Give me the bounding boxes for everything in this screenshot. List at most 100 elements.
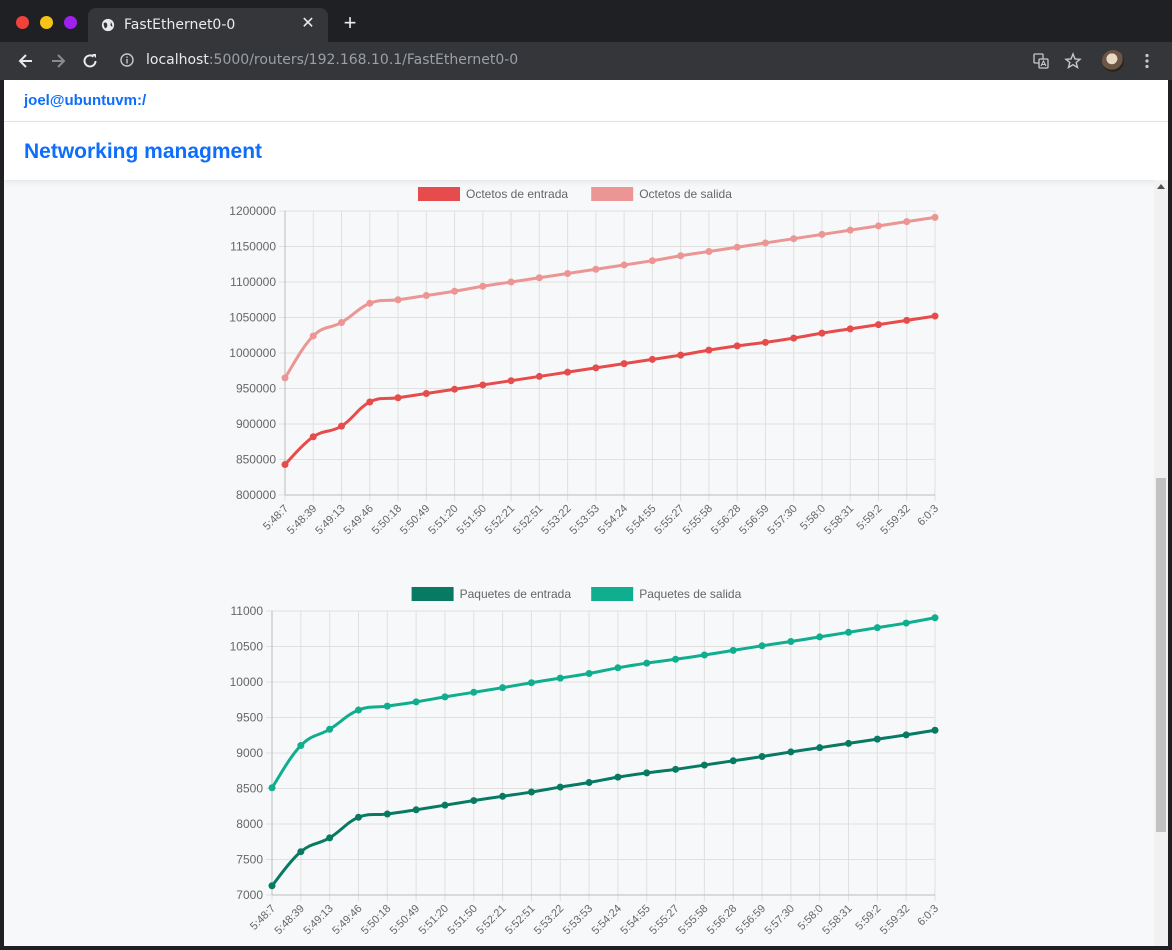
data-point xyxy=(902,731,910,739)
data-point xyxy=(672,655,680,663)
series-line xyxy=(283,215,936,379)
x-tick-label: 5:54:55 xyxy=(618,903,652,937)
data-point xyxy=(309,332,317,340)
x-tick-label: 5:50:18 xyxy=(359,903,393,937)
close-window-button[interactable] xyxy=(16,16,29,29)
page-viewport: joel@ubuntuvm:/ Networking managment Oct… xyxy=(4,80,1168,946)
data-point xyxy=(592,364,600,372)
tab-title: FastEthernet0-0 xyxy=(124,17,236,33)
y-tick-label: 8000 xyxy=(236,817,263,831)
data-point xyxy=(556,783,564,791)
data-point xyxy=(931,312,939,320)
data-point xyxy=(761,239,769,247)
data-point xyxy=(758,642,766,650)
avatar[interactable] xyxy=(1102,50,1124,72)
data-point xyxy=(845,739,853,747)
data-point xyxy=(874,222,882,230)
y-tick-label: 10000 xyxy=(230,675,264,689)
y-tick-label: 950000 xyxy=(236,382,276,396)
legend-label: Paquetes de salida xyxy=(639,587,741,601)
series-line xyxy=(283,314,936,466)
legend-label: Octetos de entrada xyxy=(466,187,568,201)
y-tick-label: 10500 xyxy=(230,640,264,654)
data-point xyxy=(818,230,826,238)
legend-swatch xyxy=(591,587,634,601)
data-point xyxy=(535,274,543,282)
data-point xyxy=(383,810,391,818)
data-point xyxy=(874,321,882,329)
x-tick-label: 5:49:46 xyxy=(341,503,375,537)
x-tick-label: 5:53:22 xyxy=(539,503,573,537)
info-icon[interactable] xyxy=(120,53,134,67)
data-point xyxy=(441,693,449,701)
x-tick-label: 5:51:20 xyxy=(426,503,460,537)
data-point xyxy=(733,243,741,251)
top-bar: joel@ubuntuvm:/ xyxy=(4,80,1168,122)
tab-strip: FastEthernet0-0 ✕ + xyxy=(0,0,1172,42)
browser-window: FastEthernet0-0 ✕ + localhost:5000/route… xyxy=(0,0,1172,950)
reload-icon[interactable] xyxy=(80,51,100,71)
data-point xyxy=(931,614,939,622)
forward-arrow-icon[interactable] xyxy=(48,51,68,71)
address-bar[interactable]: localhost:5000/routers/192.168.10.1/Fast… xyxy=(112,46,1154,76)
brand-title[interactable]: Networking managment xyxy=(24,140,262,164)
user-prompt-link[interactable]: joel@ubuntuvm:/ xyxy=(24,92,146,109)
x-tick-label: 5:50:49 xyxy=(398,503,432,537)
maximize-window-button[interactable] xyxy=(64,16,77,29)
data-point xyxy=(729,646,737,654)
data-point xyxy=(705,247,713,255)
data-point xyxy=(451,385,459,393)
data-point xyxy=(592,265,600,273)
data-point xyxy=(479,381,487,389)
data-point xyxy=(470,797,478,805)
x-tick-label: 5:55:58 xyxy=(676,903,710,937)
data-point xyxy=(268,784,276,792)
data-point xyxy=(366,398,374,406)
data-point xyxy=(326,834,334,842)
url-path: :5000/routers/192.168.10.1/FastEthernet0… xyxy=(208,52,519,68)
x-tick-label: 5:48:39 xyxy=(285,503,319,537)
y-tick-label: 850000 xyxy=(236,453,276,467)
scrollbar-thumb[interactable] xyxy=(1156,478,1166,832)
octets-chart: Octetos de entrada Octetos de salida 80000… xyxy=(229,187,941,537)
kebab-menu-icon[interactable] xyxy=(1138,52,1156,70)
page-scrollbar[interactable] xyxy=(1154,180,1168,946)
data-point xyxy=(527,788,535,796)
minimize-window-button[interactable] xyxy=(40,16,53,29)
tab-active[interactable]: FastEthernet0-0 ✕ xyxy=(88,8,328,42)
x-tick-label: 5:54:24 xyxy=(596,503,630,537)
data-point xyxy=(412,806,420,814)
star-icon[interactable] xyxy=(1064,52,1082,70)
y-tick-label: 7500 xyxy=(236,853,263,867)
translate-icon[interactable] xyxy=(1032,52,1050,70)
x-tick-label: 5:52:21 xyxy=(483,503,517,537)
tab-close-icon[interactable]: ✕ xyxy=(298,14,318,34)
data-point xyxy=(281,460,289,468)
x-tick-label: 5:57:30 xyxy=(763,903,797,937)
y-tick-label: 1100000 xyxy=(230,275,276,289)
browser-toolbar: localhost:5000/routers/192.168.10.1/Fast… xyxy=(0,42,1172,80)
back-arrow-icon[interactable] xyxy=(16,51,36,71)
scroll-up-icon[interactable] xyxy=(1157,184,1165,189)
data-point xyxy=(873,624,881,632)
x-tick-label: 5:53:22 xyxy=(532,903,566,937)
x-tick-label: 5:55:58 xyxy=(681,503,715,537)
y-tick-label: 900000 xyxy=(236,417,276,431)
x-tick-label: 5:49:13 xyxy=(301,903,335,937)
x-tick-label: 5:54:24 xyxy=(590,903,624,937)
y-tick-label: 1050000 xyxy=(229,311,276,325)
legend-label: Paquetes de entrada xyxy=(460,587,572,601)
data-point xyxy=(527,679,535,687)
data-point xyxy=(729,757,737,765)
data-point xyxy=(643,659,651,667)
packets-chart: Paquetes de entrada Paquetes de salida 700… xyxy=(230,587,941,937)
data-point xyxy=(733,342,741,350)
new-tab-button[interactable]: + xyxy=(339,12,361,34)
x-tick-label: 5:52:51 xyxy=(503,903,537,937)
url-text[interactable]: localhost:5000/routers/192.168.10.1/Fast… xyxy=(146,52,518,68)
y-tick-label: 1150000 xyxy=(230,240,276,254)
x-tick-label: 6:0:3 xyxy=(915,903,941,929)
data-point xyxy=(309,433,317,441)
data-point xyxy=(507,377,515,385)
y-tick-label: 8500 xyxy=(236,782,263,796)
